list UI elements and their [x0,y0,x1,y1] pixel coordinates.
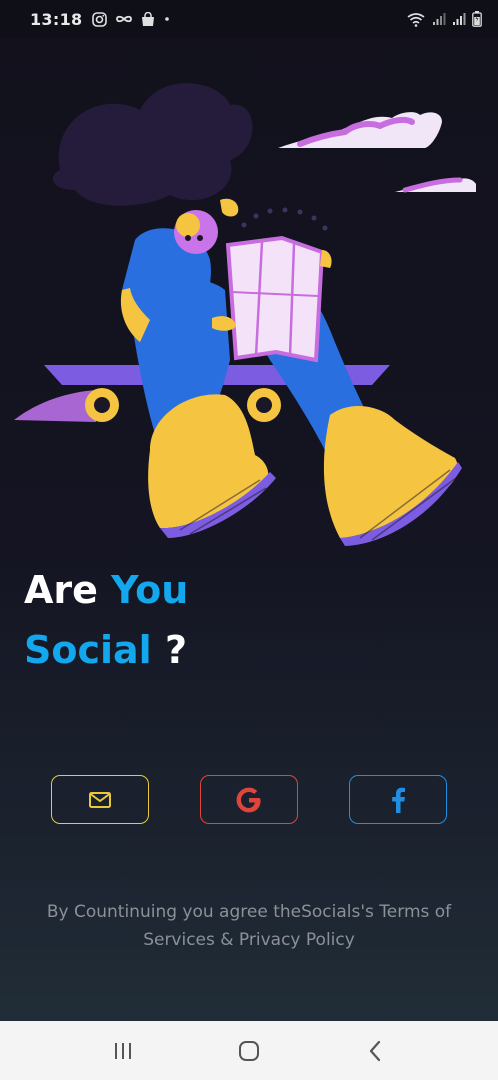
status-icons-right [406,11,482,27]
wifi-icon [406,12,426,27]
headline-question-mark: ? [164,628,187,672]
home-button[interactable] [229,1031,269,1071]
auth-buttons [51,775,447,825]
navigation-bar [0,1021,498,1080]
headline: Are You Social ? [24,560,188,680]
battery-icon [472,11,482,27]
headline-word-highlight: Social [24,628,152,672]
google-login-button[interactable] [200,775,298,824]
back-button[interactable] [355,1031,395,1071]
shopping-bag-icon [141,11,155,27]
back-icon [369,1040,381,1061]
facebook-icon [392,787,405,813]
headline-line-2: Social ? [24,620,188,680]
status-time: 13:18 [30,9,83,29]
instagram-icon [92,11,108,27]
recent-apps-icon [115,1042,131,1059]
facebook-login-button[interactable] [349,775,447,824]
headline-word-highlight: You [111,568,189,612]
mail-icon [89,791,111,808]
headline-line-1: Are You [24,560,188,620]
status-icons-left [92,11,171,27]
status-bar: 13:18 [0,0,498,38]
signal-icon [432,12,446,26]
headline-word: Are [24,568,98,612]
infinity-icon [115,13,133,25]
google-icon [236,787,261,812]
email-login-button[interactable] [51,775,149,824]
terms-text: By Countinuing you agree theSocials's Te… [46,902,452,950]
hero-illustration [14,83,476,546]
home-icon [239,1040,259,1061]
signal-icon [452,12,466,26]
recent-apps-button[interactable] [103,1031,143,1071]
dot-icon [163,15,171,23]
